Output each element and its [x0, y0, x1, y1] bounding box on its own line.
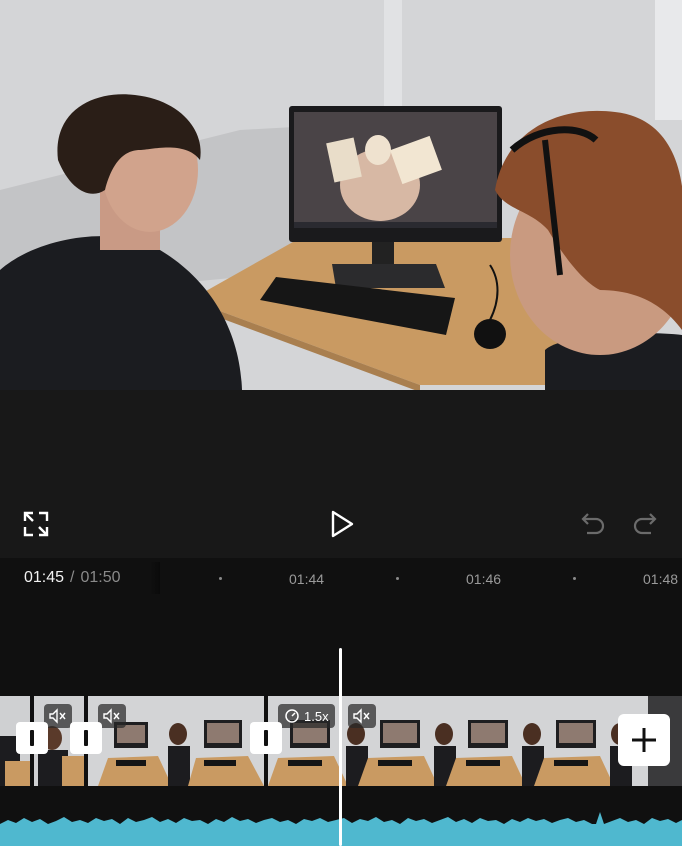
- play-button[interactable]: [322, 504, 362, 544]
- fullscreen-icon: [23, 511, 49, 537]
- playback-controls: [0, 390, 682, 558]
- transition-button[interactable]: [70, 722, 102, 754]
- preview-frame-image: [0, 0, 682, 390]
- total-duration: 01:50: [80, 569, 121, 586]
- clip-mute-badge[interactable]: [44, 704, 72, 728]
- current-time: 01:45: [24, 569, 65, 586]
- time-readout: 01:45 / 01:50: [24, 569, 121, 587]
- playhead[interactable]: [339, 648, 342, 846]
- transition-icon: [30, 730, 34, 746]
- timeline[interactable]: 1.5x: [0, 598, 682, 846]
- transition-button[interactable]: [250, 722, 282, 754]
- transition-button[interactable]: [16, 722, 48, 754]
- video-preview[interactable]: [0, 0, 682, 390]
- transition-icon: [264, 730, 268, 746]
- plus-icon: [632, 728, 656, 752]
- undo-icon: [581, 513, 605, 535]
- ruler-tick-label: 01:48: [643, 571, 679, 587]
- transition-icon: [84, 730, 88, 746]
- muted-speaker-icon: [49, 708, 66, 724]
- ruler-tick-dot: [219, 577, 222, 580]
- muted-speaker-icon: [103, 708, 120, 724]
- clip-mute-badge[interactable]: [348, 704, 376, 728]
- add-clip-button[interactable]: [618, 714, 670, 766]
- clip-mute-badge[interactable]: [98, 704, 126, 728]
- clip-speed-label: 1.5x: [304, 708, 329, 724]
- ruler-tick-dot: [396, 577, 399, 580]
- time-ruler[interactable]: 01:45 / 01:50 01:44 01:46 01:48: [0, 558, 682, 598]
- ruler-tick-label: 01:44: [289, 571, 325, 587]
- undo-button[interactable]: [576, 506, 610, 540]
- redo-icon: [633, 513, 657, 535]
- redo-button[interactable]: [628, 506, 662, 540]
- ruler-divider: [150, 562, 160, 594]
- ruler-tick-label: 01:46: [466, 571, 502, 587]
- clip-speed-badge[interactable]: 1.5x: [278, 704, 335, 728]
- speed-gauge-icon: [285, 709, 299, 723]
- ruler-tick-dot: [573, 577, 576, 580]
- muted-speaker-icon: [353, 708, 370, 724]
- play-icon: [331, 510, 354, 538]
- fullscreen-button[interactable]: [18, 506, 54, 542]
- time-separator: /: [70, 569, 75, 586]
